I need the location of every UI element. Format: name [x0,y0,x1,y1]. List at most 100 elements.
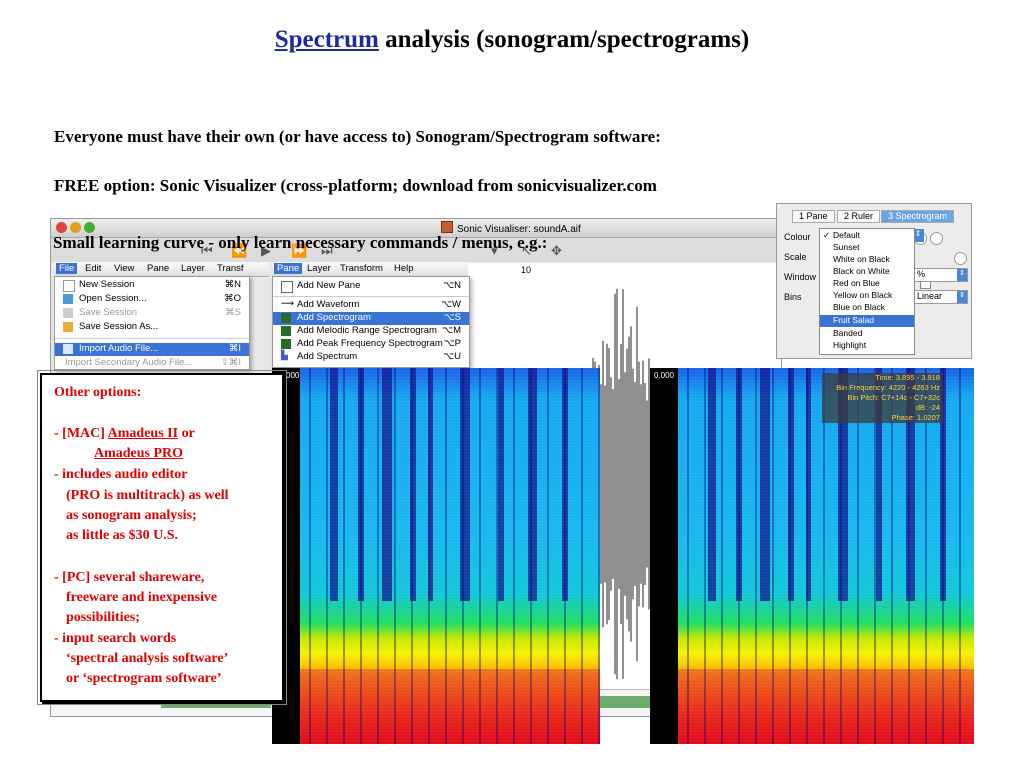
colour-dropdown-list: ✓ Default Sunset White on Black Black on … [819,228,915,355]
pc-line-5: ‘spectral analysis software’ [66,651,229,666]
slide-title: Spectrum analysis (sonogram/spectrograms… [0,26,1024,54]
mac-bullet-3: as sonogram analysis; [66,508,197,523]
spectrogram-left-label: 000 [286,371,300,380]
menu-item-import-secondary[interactable]: Import Secondary Audio File... ⇧⌘I [55,357,249,370]
menu-item-add-new-pane[interactable]: Add New Pane ⌥N [273,280,469,293]
colour-option-fruit-salad[interactable]: Fruit Salad [820,315,914,327]
menu-item-save-session-as[interactable]: Save Session As... [55,321,249,334]
intro-line-1: Everyone must have their own (or have ac… [54,127,661,146]
save-as-icon [63,322,73,332]
menu-item-save-session[interactable]: Save Session ⌘S [55,307,249,320]
menu-layer[interactable]: Layer [181,263,205,274]
pc-line-4: - input search words [54,631,177,646]
menu-pane-selected[interactable]: Pane [274,263,303,274]
close-window-button[interactable] [56,222,67,233]
pc-line-1: - [PC] several shareware, [54,570,205,585]
spectrogram-icon [281,313,291,323]
new-doc-icon [63,280,75,292]
menu-transform[interactable]: Transform [340,263,383,274]
minimize-window-button[interactable] [70,222,81,233]
spectrum-link[interactable]: Spectrum [275,26,379,53]
select-arrows-icon: ⇕ [957,269,967,281]
document-icon [441,221,453,233]
spectrogram-right-label: 0.000 [654,371,675,380]
file-menubar: File Edit View Pane Layer Transf [54,262,269,277]
mac-bullet-4: as little as $30 U.S. [66,528,178,543]
colour-option-default[interactable]: ✓ Default [820,230,914,242]
colour-option-sunset[interactable]: Sunset [820,242,914,254]
scale-knob[interactable] [954,252,967,265]
pc-line-2: freeware and inexpensive [66,590,218,605]
ruler-tick: 10 [521,265,532,275]
tab-ruler[interactable]: 2 Ruler [837,210,881,223]
info-bin-pitch: Bin Pitch: C7+14c - C7+32c [847,393,940,402]
save-icon [63,308,73,318]
menu-separator [273,296,469,297]
file-menu: New Session ⌘N Open Session... ⌘O Save Ses… [54,276,250,370]
menu-view[interactable]: View [114,263,134,274]
colour-option-yellow-on-black[interactable]: Yellow on Black [820,290,914,302]
intro-line-3: Small learning curve - only learn necess… [53,233,548,252]
menu-item-add-spectrum[interactable]: ▙ Add Spectrum ⌥U [273,350,469,364]
open-folder-icon [63,294,73,304]
pane-menubar: Pane Layer Transform Help [272,262,468,277]
spectrogram-right[interactable]: 0.000 Time: 3.895 - 3.918 Bin Frequency:… [650,368,974,744]
menu-help[interactable]: Help [394,263,414,274]
pane-icon [281,281,293,293]
import-audio-icon [63,344,73,354]
menu-item-add-waveform[interactable]: ⟿ Add Waveform ⌥W [273,298,469,312]
menu-item-import-audio[interactable]: Import Audio File... ⌘I [55,343,249,356]
colour-option-highlight[interactable]: Highlight [820,340,914,352]
menu-item-add-melodic-range[interactable]: Add Melodic Range Spectrogram ⌥M [273,325,469,338]
window-select[interactable]: % ⇕ [912,268,968,282]
tab-pane[interactable]: 1 Pane [792,210,835,223]
tab-spectrogram[interactable]: 3 Spectrogram [881,210,955,223]
menu-item-new-session[interactable]: New Session ⌘N [55,279,249,292]
menu-separator [55,338,249,339]
info-time: Time: 3.895 - 3.918 [875,373,940,382]
colour-option-black-on-white[interactable]: Black on White [820,266,914,278]
mac-bullet-2: (PRO is multitrack) as well [66,488,229,503]
bins-select[interactable]: Linear ⇕ [912,290,968,304]
peak-spectrogram-icon [281,339,291,349]
navigate-tool-icon[interactable]: ✥ [551,244,562,259]
other-options-box: Other options: - [MAC] Amadeus II or Ama… [37,370,287,705]
mac-line: - [MAC] Amadeus II or [54,426,195,441]
menu-file[interactable]: File [56,263,78,274]
mac-bullet-1: - includes audio editor [54,467,188,482]
window-label: Window [784,272,817,282]
select-arrows-icon: ⇕ [957,291,967,303]
menu-edit[interactable]: Edit [85,263,101,274]
other-heading: Other options: [54,385,142,400]
menu-transform[interactable]: Transf [217,263,244,274]
colour-option-red-on-blue[interactable]: Red on Blue [820,278,914,290]
bins-label: Bins [784,292,802,302]
info-bin-frequency: Bin Frequency: 4220 - 4263 Hz [836,383,940,392]
pane-menu: Add New Pane ⌥N ⟿ Add Waveform ⌥W Add Spect… [272,276,470,368]
menu-item-add-peak-frequency[interactable]: Add Peak Frequency Spectrogram ⌥P [273,338,469,351]
pc-line-3: possibilities; [66,610,140,625]
menu-pane[interactable]: Pane [147,263,169,274]
pc-line-6: or ‘spectrogram software’ [66,671,222,686]
colour-reset-knob[interactable] [930,232,943,245]
menu-item-open-session[interactable]: Open Session... ⌘O [55,293,249,306]
colour-label: Colour [784,232,811,242]
menu-layer[interactable]: Layer [307,263,331,274]
melodic-spectrogram-icon [281,326,291,336]
info-phase: Phase: 1.0207 [891,413,940,422]
intro-line-2: FREE option: Sonic Visualizer (cross-pla… [54,176,657,195]
menu-item-add-spectrogram[interactable]: Add Spectrogram ⌥S [273,312,469,325]
checkmark-icon: ✓ [823,230,831,240]
colour-option-blue-on-black[interactable]: Blue on Black [820,302,914,314]
title-rest: analysis (sonogram/spectrograms) [378,26,750,53]
scale-label: Scale [784,252,807,262]
amadeus-pro-link[interactable]: Amadeus PRO [94,446,183,462]
amadeus-ii-link[interactable]: Amadeus II [108,426,178,441]
spectrogram-info-overlay: Time: 3.895 - 3.918 Bin Frequency: 4220 … [822,373,943,423]
zoom-window-button[interactable] [84,222,95,233]
spectrum-icon: ▙ [281,350,288,360]
colour-option-banded[interactable]: Banded [820,328,914,340]
spectrogram-left[interactable]: 000 [272,368,600,744]
waveform-icon: ⟿ [281,298,294,308]
colour-option-white-on-black[interactable]: White on Black [820,254,914,266]
